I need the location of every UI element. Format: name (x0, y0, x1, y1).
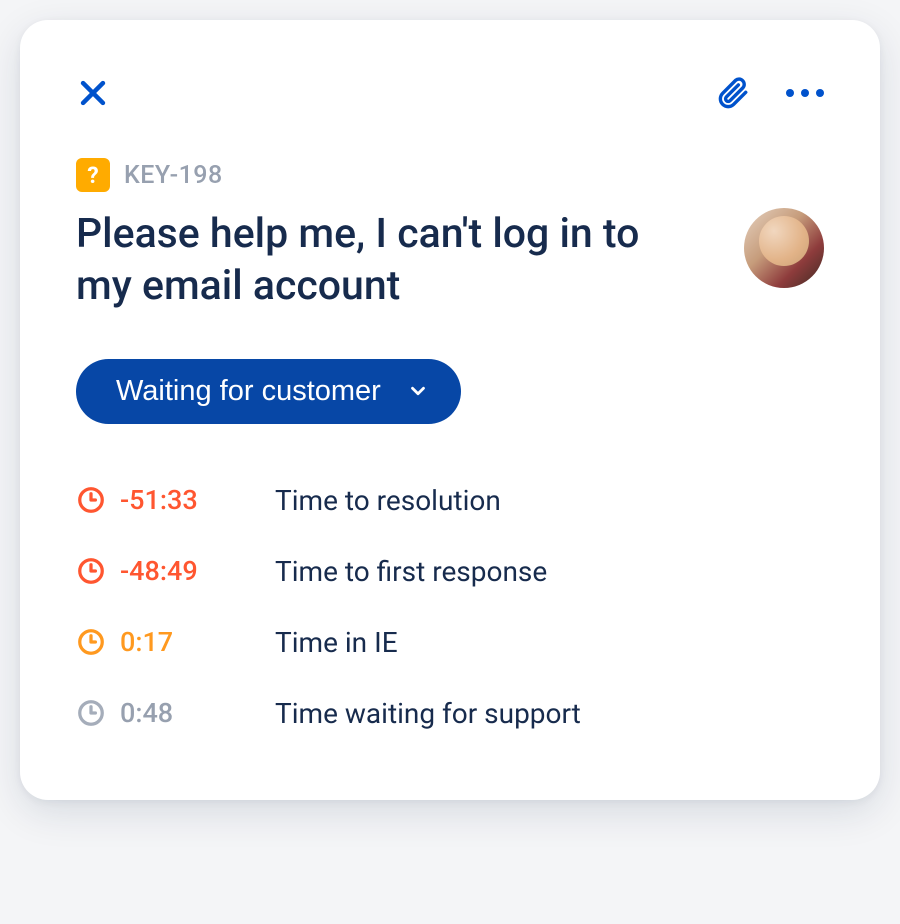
clock-icon (76, 627, 120, 657)
sla-metric-label: Time to first response (275, 555, 547, 588)
status-label: Waiting for customer (116, 377, 381, 406)
issue-title: Please help me, I can't log in to my ema… (76, 208, 696, 313)
sla-metric-value: -48:49 (120, 555, 275, 587)
sla-metric-row: 0:48Time waiting for support (76, 697, 824, 730)
close-icon (76, 76, 110, 110)
header-actions (716, 76, 824, 110)
reporter-avatar[interactable] (744, 208, 824, 288)
status-dropdown-button[interactable]: Waiting for customer (76, 359, 461, 424)
header (76, 76, 824, 110)
sla-metric-row: 0:17Time in IE (76, 626, 824, 659)
status-row: Waiting for customer (76, 359, 824, 424)
chevron-down-icon (407, 380, 429, 402)
clock-icon (76, 556, 120, 586)
paperclip-icon (716, 76, 750, 110)
sla-metric-label: Time in IE (275, 626, 398, 659)
sla-metric-row: -51:33Time to resolution (76, 484, 824, 517)
sla-metric-row: -48:49Time to first response (76, 555, 824, 588)
sla-metric-label: Time waiting for support (275, 697, 581, 730)
sla-metric-value: 0:17 (120, 626, 275, 658)
more-icon (786, 89, 824, 97)
issue-meta: ? KEY-198 (76, 158, 824, 192)
sla-metric-label: Time to resolution (275, 484, 501, 517)
more-actions-button[interactable] (786, 89, 824, 97)
issue-key[interactable]: KEY-198 (124, 161, 223, 190)
title-row: Please help me, I can't log in to my ema… (76, 208, 824, 313)
sla-metric-value: 0:48 (120, 697, 275, 729)
ticket-card: ? KEY-198 Please help me, I can't log in… (20, 20, 880, 800)
attach-button[interactable] (716, 76, 750, 110)
sla-metrics: -51:33Time to resolution -48:49Time to f… (76, 484, 824, 730)
clock-icon (76, 698, 120, 728)
issue-type-icon: ? (76, 158, 110, 192)
sla-metric-value: -51:33 (120, 484, 275, 516)
close-button[interactable] (76, 76, 110, 110)
clock-icon (76, 485, 120, 515)
